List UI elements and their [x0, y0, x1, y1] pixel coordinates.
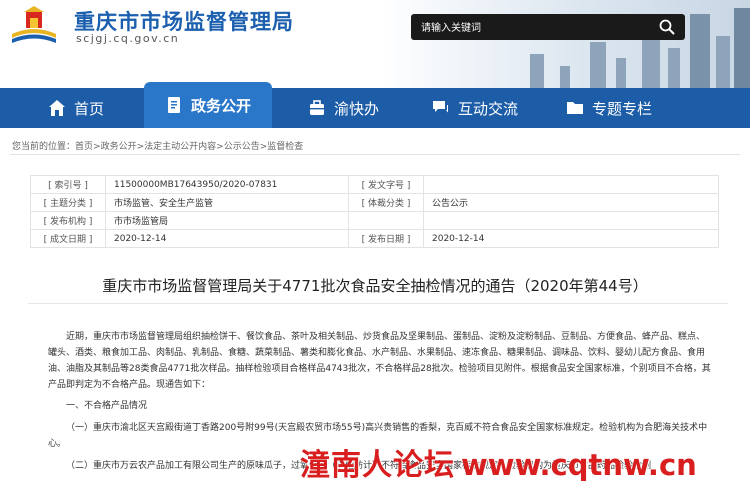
document-meta-table: [ 索引号 ] 11500000MB17643950/2020-07831 [ … [30, 175, 719, 248]
meta-value-genre: 公告公示 [423, 193, 719, 212]
meta-value-created: 2020-12-14 [105, 229, 349, 248]
nav-item-label: 首页 [74, 99, 105, 118]
meta-value-doc-no [423, 175, 719, 194]
meta-label-published: [ 发布日期 ] [348, 229, 424, 248]
meta-label-doc-no: [ 发文字号 ] [348, 175, 424, 194]
site-header: 重庆市市场监督管理局 scjgj.cq.gov.cn [0, 0, 750, 88]
meta-empty-cell [423, 211, 719, 230]
watermark-url: www.cqtnw.cn [461, 448, 697, 482]
nav-item-government-affairs[interactable]: 政务公开 [144, 82, 272, 128]
meta-value-index-no: 11500000MB17643950/2020-07831 [105, 175, 349, 194]
search-icon[interactable] [659, 19, 675, 35]
breadcrumb-link-supervision[interactable]: 监督检查 [267, 142, 303, 152]
document-icon [167, 97, 180, 113]
nav-item-home[interactable]: 首页 [48, 88, 104, 128]
breadcrumb-separator: > [136, 142, 145, 152]
emblem-logo-icon [12, 6, 56, 43]
folder-icon [567, 102, 583, 114]
breadcrumb-separator: > [93, 142, 101, 152]
meta-value-issuer: 市市场监管局 [105, 211, 349, 230]
nav-item-label: 渝快办 [334, 99, 380, 118]
breadcrumb-divider [10, 154, 740, 155]
chat-icon [433, 101, 448, 113]
meta-label-topic: [ 主题分类 ] [30, 193, 106, 212]
watermark-text: 潼南人论坛 [300, 448, 455, 483]
meta-label-issuer: [ 发布机构 ] [30, 211, 106, 230]
briefcase-icon [310, 100, 324, 115]
nav-item-special-topics[interactable]: 专题专栏 [566, 88, 652, 128]
breadcrumb-prefix: 您当前的位置： [12, 142, 76, 152]
breadcrumb-link-government-affairs[interactable]: 政务公开 [101, 142, 137, 152]
nav-item-label: 专题专栏 [592, 99, 653, 118]
nav-item-yukuaiban[interactable]: 渝快办 [308, 88, 379, 128]
breadcrumb-link-statutory-disclosure[interactable]: 法定主动公开内容 [144, 142, 216, 152]
search-box [411, 14, 685, 40]
nav-item-label: 互动交流 [458, 99, 519, 118]
meta-value-topic: 市场监管、安全生产监管 [105, 193, 349, 212]
article-intro: 近期，重庆市市场监督管理局组织抽检饼干、餐饮食品、茶叶及相关制品、炒货食品及坚果… [48, 332, 711, 390]
meta-label-index-no: [ 索引号 ] [30, 175, 106, 194]
meta-empty-cell [348, 211, 424, 230]
meta-value-published: 2020-12-14 [423, 229, 719, 248]
site-domain: scjgj.cq.gov.cn [76, 32, 180, 45]
nav-item-interaction[interactable]: 互动交流 [432, 88, 518, 128]
meta-label-created: [ 成文日期 ] [30, 229, 106, 248]
title-divider [28, 303, 728, 304]
breadcrumb-link-home[interactable]: 首页 [75, 142, 93, 152]
search-input[interactable] [419, 18, 653, 38]
section-heading: 一、不合格产品情况 [66, 401, 148, 411]
breadcrumb-link-announcements[interactable]: 公示公告 [224, 142, 260, 152]
watermark: 潼南人论坛 www.cqtnw.cn [300, 440, 697, 484]
main-nav: 首页 政务公开 渝快办 互动交流 专题专栏 [0, 82, 750, 128]
home-icon [49, 100, 65, 116]
nav-item-label: 政务公开 [190, 96, 251, 115]
breadcrumb-separator: > [216, 142, 224, 152]
article-title: 重庆市市场监督管理局关于4771批次食品安全抽检情况的通告（2020年第44号） [102, 277, 648, 295]
breadcrumb: 您当前的位置：首页>政务公开>法定主动公开内容>公示公告>监督检查 [12, 139, 303, 152]
meta-label-genre: [ 体裁分类 ] [348, 193, 424, 212]
